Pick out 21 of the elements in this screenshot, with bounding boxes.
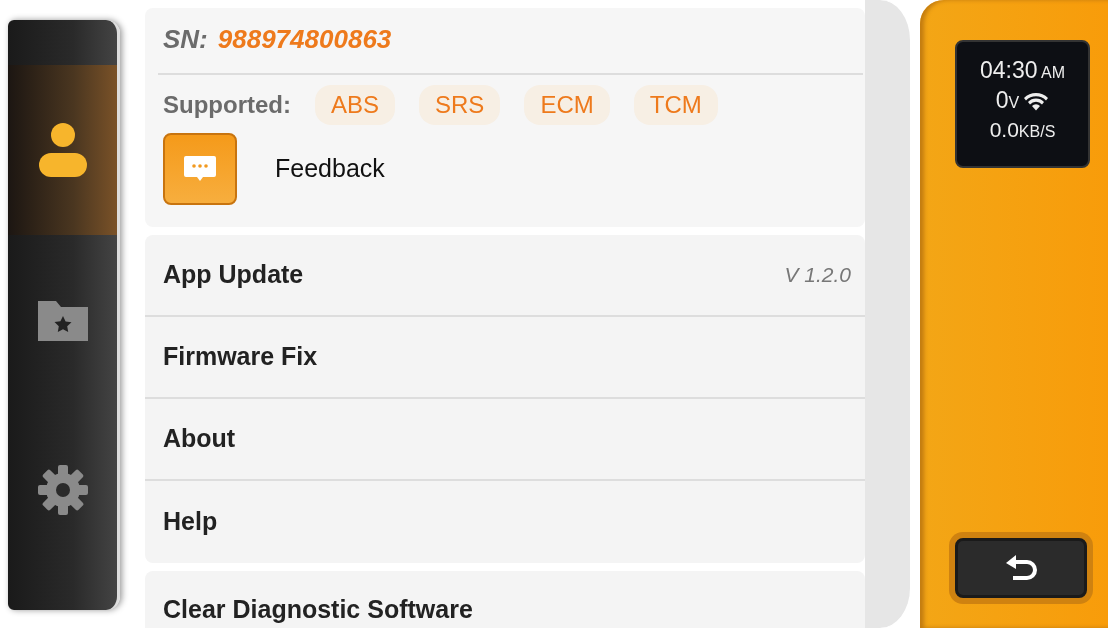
gear-icon xyxy=(37,465,88,515)
serial-number: 988974800863 xyxy=(217,23,392,56)
sidebar-tab[interactable] xyxy=(8,65,117,235)
clock-meridiem: AM xyxy=(1041,64,1066,81)
serial-label: SN: xyxy=(163,23,208,56)
system-tag: TCM xyxy=(633,85,718,125)
menu-item[interactable]: Help xyxy=(145,480,865,563)
menu-item[interactable]: Clear Diagnostic Software xyxy=(145,570,865,628)
system-tag: ABS xyxy=(315,85,395,125)
feedback-button[interactable] xyxy=(163,133,237,205)
system-tag: SRS xyxy=(419,85,501,125)
voltage-reading: 0V xyxy=(995,85,1020,115)
star-folder-icon xyxy=(37,299,88,341)
wifi-icon xyxy=(1023,90,1050,111)
clock-time: 04:30 xyxy=(979,57,1038,83)
speed-reading: 0.0KB/S xyxy=(988,116,1057,143)
feedback-label[interactable]: Feedback xyxy=(275,150,385,188)
version-label: V 1.2.0 xyxy=(784,261,851,288)
supported-label: Supported: xyxy=(163,90,291,120)
person-icon xyxy=(37,122,88,178)
system-tag: ECM xyxy=(524,85,610,125)
